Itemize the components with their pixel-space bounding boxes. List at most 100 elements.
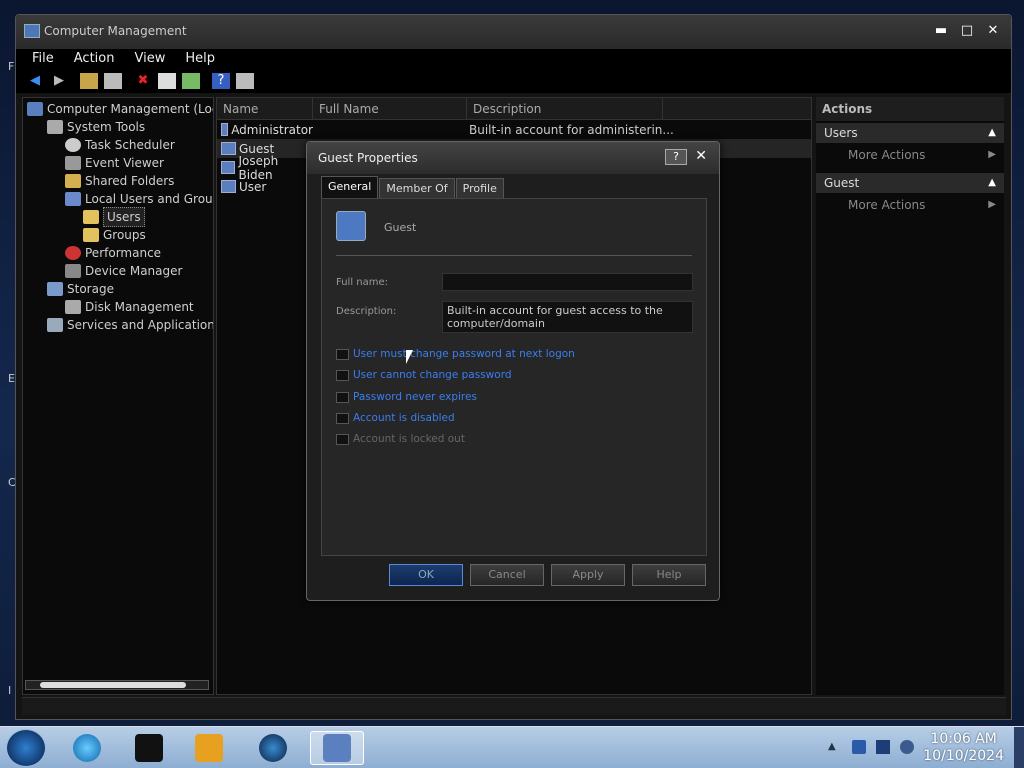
- users-icon: [65, 192, 81, 206]
- computer-icon: [27, 102, 43, 116]
- menu-action[interactable]: Action: [74, 49, 115, 69]
- chevron-right-icon: ▶: [988, 149, 996, 160]
- dialog-help-button[interactable]: ?: [665, 149, 687, 165]
- checkbox-password-never-expires[interactable]: Password never expires: [336, 391, 477, 403]
- user-icon: [221, 180, 236, 193]
- event-viewer-icon: [65, 156, 81, 170]
- tab-general[interactable]: General: [321, 176, 379, 198]
- maximize-button[interactable]: □: [959, 23, 975, 39]
- tree-item-system-tools[interactable]: System Tools: [47, 118, 145, 136]
- system-tray: ▲: [828, 740, 914, 754]
- taskbar-internet-explorer[interactable]: [62, 731, 112, 765]
- actions-pane: Actions Users ▲ More Actions ▶ Guest ▲ M…: [816, 97, 1004, 695]
- tab-member-of[interactable]: Member Of: [379, 178, 455, 198]
- folder-icon: [83, 228, 99, 242]
- export-list-icon[interactable]: [182, 73, 200, 89]
- computer-management-icon: [323, 734, 351, 762]
- tree-item-computer-management[interactable]: Computer Management (Local: [27, 100, 213, 118]
- menu-view[interactable]: View: [134, 49, 165, 69]
- device-manager-icon: [65, 264, 81, 278]
- menu-file[interactable]: File: [32, 49, 54, 69]
- menu-help[interactable]: Help: [185, 49, 215, 69]
- tree-item-storage[interactable]: Storage: [47, 280, 114, 298]
- volume-icon[interactable]: [900, 740, 914, 754]
- column-header-description[interactable]: Description: [467, 98, 663, 119]
- user-icon: [336, 211, 366, 241]
- tree-item-event-viewer[interactable]: Event Viewer: [65, 154, 164, 172]
- username-label: Guest: [384, 221, 417, 234]
- forward-arrow-icon[interactable]: ▶: [50, 73, 68, 89]
- folder-up-icon[interactable]: [80, 73, 98, 89]
- taskbar-folder[interactable]: [124, 731, 174, 765]
- show-hidden-icons-icon[interactable]: ▲: [828, 740, 842, 754]
- tree-item-shared-folders[interactable]: Shared Folders: [65, 172, 174, 190]
- clock[interactable]: 10:06 AM 10/10/2024: [923, 731, 1004, 765]
- help-icon[interactable]: ?: [212, 73, 230, 89]
- tab-profile[interactable]: Profile: [455, 178, 504, 198]
- folder-icon: [135, 734, 163, 762]
- shield-icon[interactable]: [852, 740, 866, 754]
- services-icon: [47, 318, 63, 332]
- general-tab-panel: Guest Full name: Description: Built-in a…: [321, 198, 707, 556]
- column-header-full-name[interactable]: Full Name: [313, 98, 467, 119]
- list-item[interactable]: Administrator Built-in account for admin…: [217, 120, 811, 139]
- full-name-label: Full name:: [336, 277, 389, 288]
- actions-group-guest[interactable]: Guest ▲: [816, 173, 1004, 193]
- scrollbar-thumb[interactable]: [40, 682, 186, 688]
- ok-button[interactable]: OK: [389, 564, 463, 586]
- more-actions-users[interactable]: More Actions ▶: [816, 143, 1004, 167]
- dialog-title: Guest Properties: [318, 151, 418, 165]
- apply-button[interactable]: Apply: [551, 564, 625, 586]
- full-name-field[interactable]: [442, 273, 693, 291]
- tree-horizontal-scrollbar[interactable]: [25, 680, 209, 690]
- mouse-cursor: [406, 350, 413, 364]
- actions-group-users[interactable]: Users ▲: [816, 123, 1004, 143]
- globe-icon: [259, 734, 287, 762]
- properties-icon[interactable]: [158, 73, 176, 89]
- tree-item-performance[interactable]: Performance: [65, 244, 161, 262]
- show-action-pane-icon[interactable]: [236, 73, 254, 89]
- delete-icon[interactable]: ✖: [134, 73, 152, 89]
- close-button[interactable]: ✕: [985, 23, 1001, 39]
- desktop-text-fragment: I: [8, 684, 12, 697]
- start-button[interactable]: [6, 729, 46, 767]
- show-desktop-button[interactable]: [1014, 727, 1024, 768]
- more-actions-guest[interactable]: More Actions ▶: [816, 193, 1004, 217]
- network-icon[interactable]: [876, 740, 890, 754]
- tree-item-users[interactable]: Users: [83, 207, 145, 227]
- collapse-icon[interactable]: ▲: [988, 123, 996, 143]
- taskbar-globe-app[interactable]: [248, 731, 298, 765]
- tree-item-disk-management[interactable]: Disk Management: [65, 298, 194, 316]
- checkbox-account-disabled[interactable]: Account is disabled: [336, 412, 455, 424]
- cancel-button[interactable]: Cancel: [470, 564, 544, 586]
- console-tree[interactable]: Computer Management (Local System Tools …: [22, 97, 214, 695]
- clock-icon: [65, 138, 81, 152]
- help-button[interactable]: Help: [632, 564, 706, 586]
- tree-item-services-and-applications[interactable]: Services and Applications: [47, 316, 213, 334]
- dialog-titlebar[interactable]: Guest Properties ? ✕: [307, 142, 719, 174]
- dialog-close-button[interactable]: ✕: [695, 148, 707, 164]
- collapse-icon[interactable]: ▲: [988, 173, 996, 193]
- minimize-button[interactable]: ▬: [933, 23, 949, 39]
- actions-title: Actions: [816, 97, 1004, 121]
- taskbar-computer-management[interactable]: [310, 731, 364, 765]
- column-header-name[interactable]: Name: [217, 98, 313, 119]
- checkbox-cannot-change-password[interactable]: User cannot change password: [336, 369, 512, 381]
- back-arrow-icon[interactable]: ◀: [26, 73, 44, 89]
- description-field[interactable]: Built-in account for guest access to the…: [442, 301, 693, 333]
- desktop-text-fragment: E: [8, 372, 15, 385]
- toolbar: ◀ ▶ ✖ ?: [16, 69, 1011, 93]
- tree-item-groups[interactable]: Groups: [83, 226, 146, 244]
- description-label: Description:: [336, 306, 397, 317]
- tree-item-local-users-and-groups[interactable]: Local Users and Groups: [65, 190, 213, 208]
- tools-icon: [47, 120, 63, 134]
- window-titlebar[interactable]: Computer Management ▬ □ ✕: [16, 15, 1011, 49]
- checkbox-must-change-password[interactable]: User must change password at next logon: [336, 348, 575, 360]
- guest-properties-dialog: Guest Properties ? ✕ General Member Of P…: [306, 141, 720, 601]
- taskbar-media-player[interactable]: [184, 731, 234, 765]
- list-header: Name Full Name Description: [217, 98, 811, 120]
- tree-item-task-scheduler[interactable]: Task Scheduler: [65, 136, 175, 154]
- clock-date: 10/10/2024: [923, 748, 1004, 764]
- show-hide-tree-icon[interactable]: [104, 73, 122, 89]
- tree-item-device-manager[interactable]: Device Manager: [65, 262, 182, 280]
